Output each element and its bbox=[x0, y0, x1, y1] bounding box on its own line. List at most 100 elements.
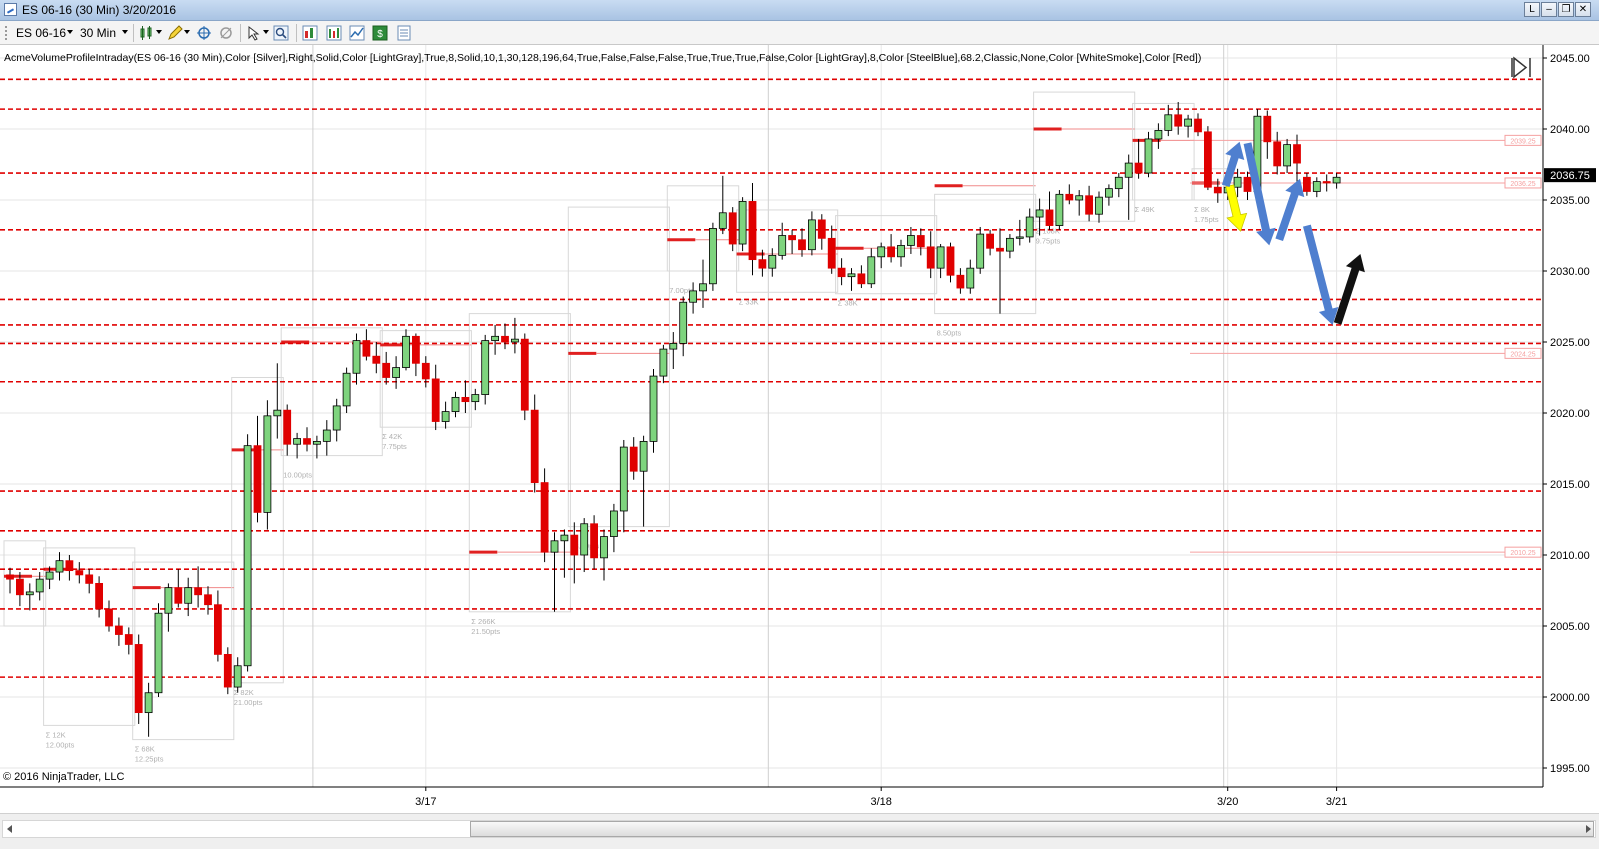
volume-profile-stat: 9.75pts bbox=[1036, 236, 1061, 245]
candle-up bbox=[25, 591, 34, 596]
candle-up bbox=[510, 338, 519, 343]
volume-profile-box bbox=[1132, 102, 1195, 201]
candle-up bbox=[45, 571, 54, 580]
properties-icon[interactable] bbox=[396, 25, 412, 41]
candle-down bbox=[590, 523, 598, 559]
candle-down bbox=[421, 362, 430, 380]
bar-style-dropdown-icon[interactable] bbox=[156, 30, 162, 34]
candle-down bbox=[916, 235, 925, 248]
candle-down bbox=[1263, 115, 1272, 143]
candle-down bbox=[728, 212, 737, 245]
panel-collapse-icon[interactable] bbox=[1511, 56, 1531, 79]
maximize-button[interactable]: ❐ bbox=[1558, 2, 1574, 17]
price-tick-label: 1995.00 bbox=[1550, 763, 1590, 775]
time-tick-label: 3/21 bbox=[1326, 796, 1347, 808]
volume-profile-stat: Σ 82K bbox=[234, 688, 254, 697]
candle-down bbox=[194, 587, 203, 596]
draw-dropdown-icon[interactable] bbox=[184, 30, 190, 34]
candle-up bbox=[639, 440, 648, 472]
candle-down bbox=[837, 267, 846, 278]
profile-price-tag-label: 2024.25 bbox=[1510, 351, 1535, 358]
link-button[interactable]: L bbox=[1524, 2, 1540, 17]
blue-arrow-annotation bbox=[1303, 224, 1339, 325]
candle-down bbox=[501, 335, 509, 343]
candle-up bbox=[867, 256, 876, 285]
candle-down bbox=[253, 445, 262, 513]
time-tick-label: 3/17 bbox=[415, 796, 436, 808]
data-series-icon[interactable] bbox=[349, 25, 365, 41]
candle-up bbox=[312, 440, 321, 445]
candle-up bbox=[55, 560, 64, 573]
zoom-icon[interactable] bbox=[273, 25, 289, 41]
indicators-icon[interactable] bbox=[302, 25, 318, 41]
candle-up bbox=[293, 438, 302, 445]
candle-up bbox=[332, 405, 341, 431]
candle-up bbox=[481, 340, 490, 395]
candle-up bbox=[441, 411, 450, 422]
candle-up bbox=[342, 372, 351, 407]
candle-up bbox=[689, 290, 697, 303]
price-chart-panel[interactable]: Σ 12K 12.00pts Σ 68K 12.25pts Σ 82K 21.00pts 1… bbox=[0, 45, 1599, 813]
candle-up bbox=[907, 235, 915, 246]
price-tick-label: 2015.00 bbox=[1550, 479, 1590, 491]
candle-up bbox=[1312, 181, 1321, 192]
candle-down bbox=[1065, 193, 1074, 201]
candle-up bbox=[679, 301, 688, 344]
candlestick-chart[interactable]: Σ 12K12.00pts Σ 68K12.25pts Σ 82K21.00pts 1… bbox=[0, 45, 1599, 813]
horizontal-scrollbar[interactable] bbox=[0, 813, 1599, 849]
bar-style-icon[interactable] bbox=[139, 25, 155, 41]
yellow-arrow-annotation bbox=[1225, 184, 1248, 232]
close-button[interactable]: ✕ bbox=[1575, 2, 1591, 17]
price-tick-label: 2010.00 bbox=[1550, 550, 1590, 562]
trade-performance-icon[interactable]: $ bbox=[372, 25, 388, 41]
window-title: ES 06-16 (30 Min) 3/20/2016 bbox=[22, 3, 177, 17]
strategies-icon[interactable] bbox=[326, 25, 342, 41]
instrument-selector[interactable]: ES 06-16 bbox=[16, 26, 66, 40]
candle-up bbox=[1144, 138, 1153, 174]
instrument-dropdown-icon[interactable] bbox=[67, 30, 73, 34]
candle-up bbox=[738, 201, 747, 245]
candle-up bbox=[1184, 118, 1192, 127]
pointer-icon[interactable] bbox=[246, 25, 262, 41]
svg-text:$: $ bbox=[377, 29, 383, 40]
candle-down bbox=[411, 335, 420, 364]
pointer-dropdown-icon[interactable] bbox=[263, 30, 269, 34]
volume-profile-stat: Σ 8K bbox=[1194, 205, 1210, 214]
crosshair-icon[interactable] bbox=[196, 25, 212, 41]
candle-up bbox=[649, 375, 658, 442]
candle-up bbox=[709, 227, 717, 285]
candle-up bbox=[392, 367, 401, 378]
minimize-button[interactable]: – bbox=[1541, 2, 1557, 17]
scroll-left-icon[interactable] bbox=[3, 821, 17, 837]
candle-down bbox=[105, 608, 113, 627]
scroll-right-icon[interactable] bbox=[1581, 821, 1595, 837]
candle-up bbox=[659, 348, 668, 377]
scrollbar-thumb[interactable] bbox=[470, 821, 1594, 837]
candle-down bbox=[540, 482, 549, 553]
candle-down bbox=[1085, 195, 1093, 215]
interval-selector[interactable]: 30 Min bbox=[80, 26, 116, 40]
candle-up bbox=[243, 445, 252, 667]
candle-up bbox=[402, 335, 410, 368]
candle-down bbox=[748, 201, 757, 261]
candle-down bbox=[95, 583, 103, 610]
volume-profile-stat: 7.75pts bbox=[382, 442, 407, 451]
candle-up bbox=[1006, 237, 1014, 252]
window-titlebar: ES 06-16 (30 Min) 3/20/2016 L – ❐ ✕ bbox=[0, 0, 1599, 21]
candle-down bbox=[431, 378, 440, 422]
candle-down bbox=[1204, 131, 1212, 188]
volume-profile-stat: 12.25pts bbox=[135, 755, 164, 764]
interval-dropdown-icon[interactable] bbox=[122, 30, 128, 34]
price-tick-label: 2045.00 bbox=[1550, 53, 1590, 65]
global-crosshair-icon[interactable] bbox=[218, 25, 234, 41]
candle-down bbox=[174, 587, 183, 604]
candle-down bbox=[1213, 186, 1222, 194]
black-arrow-annotation bbox=[1333, 254, 1365, 325]
candle-up bbox=[669, 343, 678, 350]
candle-down bbox=[1134, 162, 1143, 174]
candle-up bbox=[352, 340, 361, 374]
draw-pencil-icon[interactable] bbox=[167, 25, 183, 41]
candle-down bbox=[372, 355, 381, 364]
candle-down bbox=[570, 534, 579, 556]
candle-up bbox=[580, 523, 589, 556]
